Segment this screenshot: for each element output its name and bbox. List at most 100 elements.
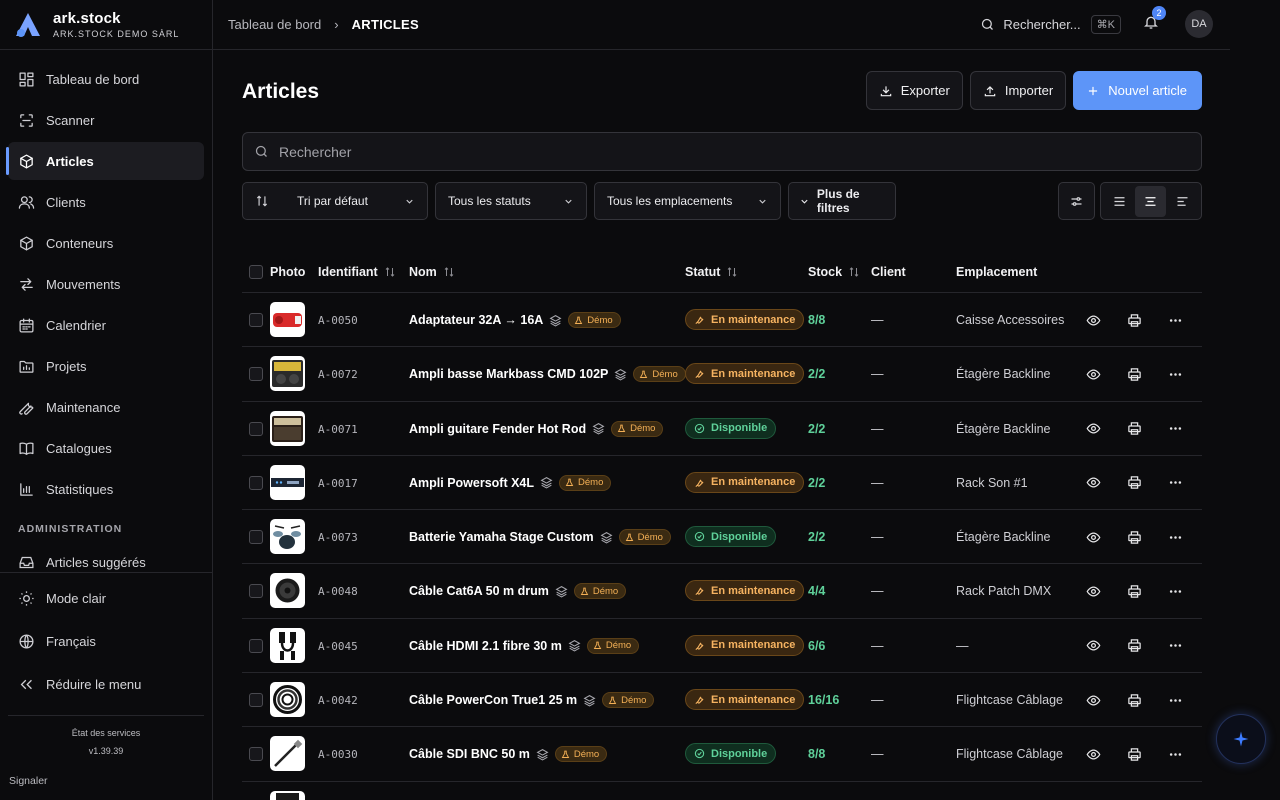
service-status[interactable]: État des services v1.39.39 — [8, 715, 204, 756]
row-menu-button[interactable] — [1166, 528, 1184, 546]
table-row[interactable]: A-0071 Ampli guitare Fender Hot Rod Démo Di… — [242, 402, 1202, 456]
brand[interactable]: ark.stock ARK.STOCK DEMO SÀRL — [0, 0, 212, 50]
row-menu-button[interactable] — [1166, 365, 1184, 383]
sidebar-item-conteneurs[interactable]: Conteneurs — [8, 224, 204, 262]
language-select[interactable]: Français — [8, 622, 204, 660]
export-button[interactable]: Exporter — [865, 71, 963, 110]
row-checkbox[interactable] — [249, 747, 263, 762]
article-photo[interactable] — [270, 410, 305, 446]
print-label-button[interactable] — [1125, 691, 1143, 709]
article-photo[interactable] — [270, 356, 305, 392]
sidebar-item-calendrier[interactable]: Calendrier — [8, 306, 204, 344]
article-name[interactable]: Ampli Powersoft X4L Démo — [409, 474, 612, 491]
sidebar-item-scanner[interactable]: Scanner — [8, 101, 204, 139]
row-checkbox[interactable] — [249, 530, 263, 545]
print-label-button[interactable] — [1125, 365, 1143, 383]
view-button[interactable] — [1084, 311, 1102, 329]
view-button[interactable] — [1084, 637, 1102, 655]
sidebar-item-statistiques[interactable]: Statistiques — [8, 470, 204, 508]
row-menu-button[interactable] — [1166, 420, 1184, 438]
print-label-button[interactable] — [1125, 745, 1143, 763]
row-menu-button[interactable] — [1166, 311, 1184, 329]
article-name[interactable]: Ampli guitare Fender Hot Rod Démo — [409, 420, 664, 437]
table-row[interactable]: A-0045 Câble HDMI 2.1 fibre 30 m Démo En ma… — [242, 619, 1202, 674]
new-article-button[interactable]: Nouvel article — [1073, 71, 1202, 110]
column-id[interactable]: Identifiant — [318, 265, 396, 279]
view-button[interactable] — [1084, 365, 1102, 383]
view-button[interactable] — [1084, 582, 1102, 600]
print-label-button[interactable] — [1125, 637, 1143, 655]
row-checkbox[interactable] — [249, 584, 263, 599]
article-photo[interactable] — [270, 464, 305, 500]
sort-select[interactable]: Tri par défaut — [242, 182, 428, 220]
collapse-menu-button[interactable]: Réduire le menu — [8, 665, 204, 703]
table-row[interactable]: A-0073 Batterie Yamaha Stage Custom Démo Di… — [242, 510, 1202, 565]
status-select[interactable]: Tous les statuts — [435, 182, 587, 220]
location-select[interactable]: Tous les emplacements — [594, 182, 781, 220]
row-menu-button[interactable] — [1166, 582, 1184, 600]
article-name[interactable]: Ampli basse Markbass CMD 102P Démo — [409, 366, 686, 383]
table-row[interactable]: A-0072 Ampli basse Markbass CMD 102P Démo E… — [242, 347, 1202, 402]
column-status[interactable]: Statut — [685, 265, 738, 279]
notifications-button[interactable]: 2 — [1143, 6, 1166, 34]
column-settings-button[interactable] — [1058, 182, 1095, 220]
row-menu-button[interactable] — [1166, 637, 1184, 655]
article-photo[interactable] — [270, 736, 305, 772]
row-menu-button[interactable] — [1166, 745, 1184, 763]
import-button[interactable]: Importer — [969, 71, 1067, 110]
view-button[interactable] — [1084, 474, 1102, 492]
sidebar-item-maintenance[interactable]: Maintenance — [8, 388, 204, 426]
table-row[interactable]: A-0030 Câble SDI BNC 50 m Démo Disponible 8/… — [242, 727, 1202, 782]
sidebar-item-tableau-de-bord[interactable]: Tableau de bord — [8, 60, 204, 98]
view-button[interactable] — [1084, 528, 1102, 546]
row-checkbox[interactable] — [249, 421, 263, 436]
row-menu-button[interactable] — [1166, 691, 1184, 709]
print-label-button[interactable] — [1125, 420, 1143, 438]
sidebar-item-clients[interactable]: Clients — [8, 183, 204, 221]
row-checkbox[interactable] — [249, 313, 263, 327]
sidebar-item-projets[interactable]: Projets — [8, 347, 204, 385]
density-comfortable-button[interactable] — [1104, 186, 1135, 217]
column-stock[interactable]: Stock — [808, 265, 860, 279]
theme-toggle[interactable]: Mode clair — [8, 579, 204, 617]
sidebar-item-articles[interactable]: Articles — [6, 142, 204, 180]
print-label-button[interactable] — [1125, 311, 1143, 329]
article-name[interactable]: Batterie Yamaha Stage Custom Démo — [409, 529, 671, 546]
global-search-button[interactable]: Rechercher... ⌘K — [980, 14, 1121, 34]
print-label-button[interactable] — [1125, 474, 1143, 492]
table-row[interactable]: A-0042 Câble PowerCon True1 25 m Démo En ma… — [242, 673, 1202, 728]
select-all-checkbox[interactable] — [249, 265, 263, 279]
article-photo[interactable] — [270, 682, 305, 718]
more-filters-button[interactable]: Plus de filtres — [788, 182, 896, 220]
breadcrumb-root[interactable]: Tableau de bord — [213, 17, 321, 32]
sidebar-item-catalogues[interactable]: Catalogues — [8, 429, 204, 467]
view-button[interactable] — [1084, 420, 1102, 438]
density-standard-button[interactable] — [1135, 185, 1167, 217]
article-photo[interactable] — [270, 627, 305, 663]
article-photo[interactable] — [270, 302, 305, 337]
report-link[interactable]: Signaler — [9, 775, 48, 787]
article-photo[interactable] — [270, 519, 305, 555]
table-row[interactable]: A-0017 Ampli Powersoft X4L Démo En maintena… — [242, 456, 1202, 511]
avatar[interactable]: DA — [1185, 10, 1213, 38]
article-name[interactable]: Câble Cat6A 50 m drum Démo — [409, 583, 627, 600]
ai-assistant-button[interactable] — [1216, 714, 1266, 764]
article-photo[interactable] — [270, 573, 305, 609]
print-label-button[interactable] — [1125, 582, 1143, 600]
view-button[interactable] — [1084, 745, 1102, 763]
article-name[interactable]: Câble HDMI 2.1 fibre 30 m Démo — [409, 637, 640, 654]
row-checkbox[interactable] — [249, 367, 263, 382]
articles-search-input[interactable] — [279, 143, 1159, 160]
table-row[interactable] — [242, 782, 1202, 800]
article-name[interactable]: Adaptateur 32A → 16A Démo — [409, 312, 621, 328]
row-menu-button[interactable] — [1166, 474, 1184, 492]
density-compact-button[interactable] — [1167, 186, 1198, 217]
table-row[interactable]: A-0048 Câble Cat6A 50 m drum Démo En mainte… — [242, 564, 1202, 619]
view-button[interactable] — [1084, 691, 1102, 709]
row-checkbox[interactable] — [249, 638, 263, 653]
column-name[interactable]: Nom — [409, 265, 455, 279]
table-row[interactable]: A-0050 Adaptateur 32A → 16A Démo En mainten… — [242, 293, 1202, 348]
article-name[interactable]: Câble SDI BNC 50 m Démo — [409, 746, 608, 763]
sidebar-item-mouvements[interactable]: Mouvements — [8, 265, 204, 303]
article-name[interactable]: Câble PowerCon True1 25 m Démo — [409, 692, 655, 709]
